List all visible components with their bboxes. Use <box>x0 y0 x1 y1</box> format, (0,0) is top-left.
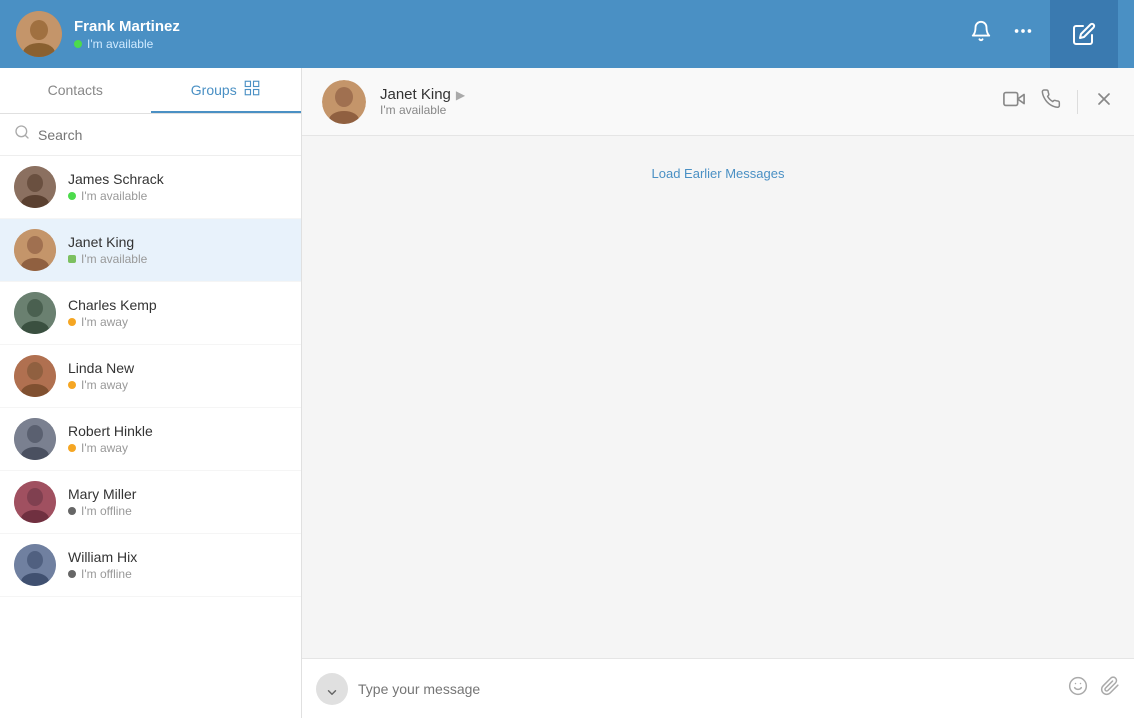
status-dot <box>68 507 76 515</box>
contact-status: I'm away <box>68 378 134 392</box>
list-item[interactable]: Janet King I'm available <box>0 219 301 282</box>
chat-header-info: Janet King ▶ I'm available <box>380 86 989 117</box>
status-indicator <box>74 40 82 48</box>
status-dot <box>68 444 76 452</box>
contact-status: I'm available <box>68 189 164 203</box>
current-user-info: Frank Martinez I'm available <box>74 18 970 51</box>
contact-details: Charles Kemp I'm away <box>68 297 157 329</box>
message-input-area <box>302 658 1134 718</box>
current-user-avatar[interactable] <box>16 11 62 57</box>
contact-list: James Schrack I'm available <box>0 156 301 718</box>
contact-details: James Schrack I'm available <box>68 171 164 203</box>
contact-name: Robert Hinkle <box>68 423 153 439</box>
contact-name: Mary Miller <box>68 486 136 502</box>
sidebar-tabs: Contacts Groups <box>0 68 301 114</box>
avatar <box>14 166 56 208</box>
phone-call-icon[interactable] <box>1041 89 1061 115</box>
tab-groups[interactable]: Groups <box>151 68 302 113</box>
load-earlier-button[interactable]: Load Earlier Messages <box>652 166 785 181</box>
avatar <box>14 418 56 460</box>
header-icons <box>970 20 1034 48</box>
status-dot <box>68 255 76 263</box>
contact-details: Robert Hinkle I'm away <box>68 423 153 455</box>
close-chat-icon[interactable] <box>1094 89 1114 115</box>
avatar <box>14 544 56 586</box>
header-divider <box>1077 90 1078 114</box>
contact-name: Charles Kemp <box>68 297 157 313</box>
chat-header: Janet King ▶ I'm available <box>302 68 1134 136</box>
contact-details: Mary Miller I'm offline <box>68 486 136 518</box>
main-content: Contacts Groups <box>0 68 1134 718</box>
avatar <box>14 292 56 334</box>
current-user-name: Frank Martinez <box>74 18 970 35</box>
list-item[interactable]: William Hix I'm offline <box>0 534 301 597</box>
avatar <box>14 481 56 523</box>
chat-contact-name: Janet King ▶ <box>380 86 989 103</box>
emoji-icon[interactable] <box>1068 676 1088 701</box>
scroll-down-button[interactable] <box>316 673 348 705</box>
attach-file-icon[interactable] <box>1100 676 1120 701</box>
notification-bell-icon[interactable] <box>970 20 992 48</box>
contact-name: William Hix <box>68 549 137 565</box>
contact-status: I'm offline <box>68 567 137 581</box>
sidebar: Contacts Groups <box>0 68 302 718</box>
chat-contact-avatar <box>322 80 366 124</box>
chat-header-actions <box>1003 88 1114 116</box>
tab-contacts[interactable]: Contacts <box>0 68 151 113</box>
contact-status: I'm away <box>68 441 153 455</box>
avatar <box>14 355 56 397</box>
groups-grid-icon <box>243 79 261 100</box>
contact-details: Janet King I'm available <box>68 234 147 266</box>
message-input[interactable] <box>358 681 1058 697</box>
input-icons <box>1068 676 1120 701</box>
status-dot <box>68 381 76 389</box>
search-input[interactable] <box>38 127 287 143</box>
search-bar <box>0 114 301 156</box>
contact-status: I'm available <box>68 252 147 266</box>
top-header: Frank Martinez I'm available <box>0 0 1134 68</box>
status-dot <box>68 192 76 200</box>
list-item[interactable]: Charles Kemp I'm away <box>0 282 301 345</box>
current-user-status: I'm available <box>74 37 970 51</box>
list-item[interactable]: Linda New I'm away <box>0 345 301 408</box>
list-item[interactable]: Mary Miller I'm offline <box>0 471 301 534</box>
contact-details: William Hix I'm offline <box>68 549 137 581</box>
contact-status: I'm offline <box>68 504 136 518</box>
status-dot <box>68 570 76 578</box>
status-dot <box>68 318 76 326</box>
messages-area: Load Earlier Messages <box>302 136 1134 658</box>
avatar <box>14 229 56 271</box>
video-call-icon[interactable] <box>1003 88 1025 116</box>
compose-button[interactable] <box>1050 0 1118 68</box>
contact-name: James Schrack <box>68 171 164 187</box>
search-icon <box>14 124 30 145</box>
contact-name: Linda New <box>68 360 134 376</box>
chat-contact-status: I'm available <box>380 103 989 117</box>
expand-arrow-icon: ▶ <box>456 88 465 102</box>
list-item[interactable]: Robert Hinkle I'm away <box>0 408 301 471</box>
contact-status: I'm away <box>68 315 157 329</box>
chat-area: Janet King ▶ I'm available <box>302 68 1134 718</box>
list-item[interactable]: James Schrack I'm available <box>0 156 301 219</box>
contact-name: Janet King <box>68 234 147 250</box>
more-options-icon[interactable] <box>1012 20 1034 48</box>
contact-details: Linda New I'm away <box>68 360 134 392</box>
